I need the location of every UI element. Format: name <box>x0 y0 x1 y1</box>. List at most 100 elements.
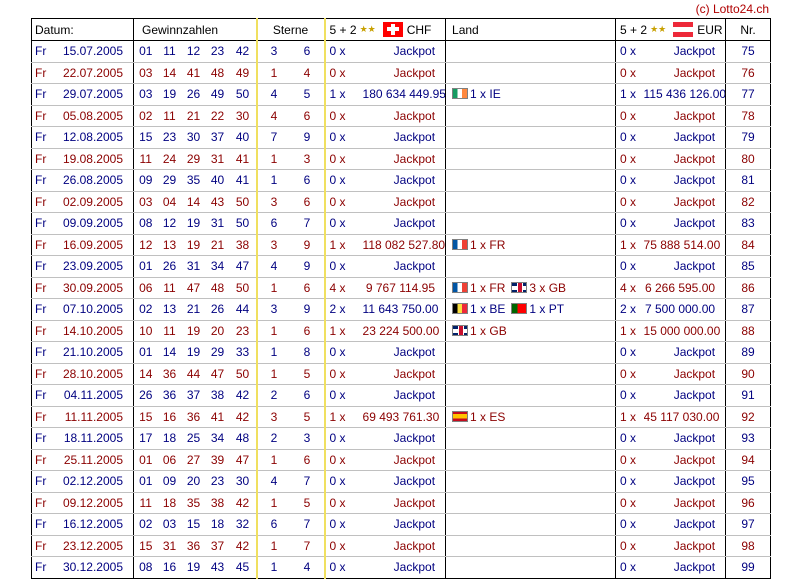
draw-number: 85 <box>725 255 772 278</box>
table-row: Fr 11.11.2005 15 16 36 41 42 3 5 1 x 69 493 761.30… <box>31 406 772 428</box>
table-row: Fr 23.12.2005 15 31 36 37 42 1 7 0 x Jackpot 0 x Jac… <box>31 535 772 557</box>
star-cell: 3 <box>290 148 326 170</box>
results-table: Datum: Gewinnzahlen Sterne 5 + 2 ★★ CHF La… <box>31 18 772 579</box>
draw-number: 94 <box>725 449 772 471</box>
number-cell: 13 <box>157 298 182 321</box>
draw-number: 84 <box>725 234 772 256</box>
star-cell: 1 <box>255 169 291 192</box>
number-cell: 41 <box>181 62 206 84</box>
number-cell: 29 <box>205 341 230 364</box>
eu-winner-count: 0 x <box>615 341 644 364</box>
draw-number: 75 <box>725 40 772 63</box>
land-cell: 1 x BE 1 x PT <box>445 298 617 321</box>
number-cell: 29 <box>181 148 206 170</box>
table-row: Fr 29.07.2005 03 19 26 49 50 4 5 1 x 180 634 449.9… <box>31 83 772 106</box>
gb-flag-icon <box>452 324 469 336</box>
star-cell: 3 <box>255 406 291 428</box>
star-cell: 4 <box>255 105 291 127</box>
eu-amount: 45 117 030.00 <box>643 406 727 428</box>
date-cell: 12.08.2005 <box>55 126 134 149</box>
day-cell: Fr <box>31 277 56 299</box>
date-cell: 04.11.2005 <box>55 384 134 407</box>
ch-amount: Jackpot <box>362 492 447 514</box>
day-cell: Fr <box>31 492 56 514</box>
pt-flag-icon <box>511 303 528 315</box>
day-cell: Fr <box>31 513 56 536</box>
date-cell: 21.10.2005 <box>55 341 134 364</box>
number-cell: 19 <box>181 234 206 256</box>
day-cell: Fr <box>31 62 56 84</box>
number-cell: 12 <box>133 234 158 256</box>
number-cell: 41 <box>229 169 258 192</box>
number-cell: 48 <box>205 277 230 299</box>
ch-amount: Jackpot <box>362 470 447 493</box>
ch-amount: Jackpot <box>362 341 447 364</box>
star-cell: 4 <box>255 470 291 493</box>
number-cell: 26 <box>205 298 230 321</box>
number-cell: 36 <box>157 363 182 385</box>
number-cell: 01 <box>133 449 158 471</box>
number-cell: 42 <box>229 40 258 63</box>
draw-number: 77 <box>725 83 772 106</box>
land-cell: 1 x FR 3 x GB <box>445 277 617 299</box>
star-cell: 1 <box>255 341 291 364</box>
number-cell: 35 <box>181 492 206 514</box>
eu-winner-count: 1 x <box>615 83 644 106</box>
number-cell: 40 <box>229 126 258 149</box>
star-cell: 6 <box>290 169 326 192</box>
number-cell: 14 <box>181 191 206 213</box>
eu-winner-count: 0 x <box>615 384 644 407</box>
number-cell: 23 <box>205 470 230 493</box>
number-cell: 02 <box>133 513 158 536</box>
land-cell: 1 x GB <box>445 320 617 342</box>
eu-amount: Jackpot <box>643 470 727 493</box>
land-winner: 3 x GB <box>529 280 567 295</box>
number-cell: 25 <box>181 427 206 450</box>
number-cell: 02 <box>133 298 158 321</box>
eu-winner-count: 0 x <box>615 513 644 536</box>
star-cell: 1 <box>255 449 291 471</box>
star-cell: 2 <box>255 427 291 450</box>
header-nr: Nr. <box>725 18 772 41</box>
header-stars: Sterne <box>255 18 326 41</box>
star-cell: 7 <box>290 470 326 493</box>
eu-amount: Jackpot <box>643 449 727 471</box>
eu-amount: Jackpot <box>643 492 727 514</box>
star-cell: 3 <box>290 427 326 450</box>
star-cell: 4 <box>255 255 291 278</box>
number-cell: 03 <box>133 62 158 84</box>
date-cell: 28.10.2005 <box>55 363 134 385</box>
day-cell: Fr <box>31 105 56 127</box>
table-row: Fr 19.08.2005 11 24 29 31 41 1 3 0 x Jackpot 0 x Jac… <box>31 148 772 170</box>
number-cell: 24 <box>157 148 182 170</box>
day-cell: Fr <box>31 427 56 450</box>
star-cell: 4 <box>255 83 291 106</box>
number-cell: 21 <box>181 298 206 321</box>
eu-amount: 75 888 514.00 <box>643 234 727 256</box>
draw-number: 78 <box>725 105 772 127</box>
number-cell: 15 <box>133 126 158 149</box>
day-cell: Fr <box>31 363 56 385</box>
ch-winner-count: 0 x <box>324 341 363 364</box>
day-cell: Fr <box>31 320 56 342</box>
eu-amount: Jackpot <box>643 341 727 364</box>
date-cell: 15.07.2005 <box>55 40 134 63</box>
number-cell: 34 <box>205 427 230 450</box>
date-cell: 30.09.2005 <box>55 277 134 299</box>
land-winner: 1 x GB <box>470 323 507 338</box>
day-cell: Fr <box>31 406 56 428</box>
date-cell: 18.11.2005 <box>55 427 134 450</box>
ch-winner-count: 2 x <box>324 298 363 321</box>
eu-winner-count: 1 x <box>615 234 644 256</box>
table-row: Fr 04.11.2005 26 36 37 38 42 2 6 0 x Jackpot 0 x Jac… <box>31 384 772 407</box>
star-cell: 3 <box>255 234 291 256</box>
number-cell: 12 <box>157 212 182 235</box>
number-cell: 33 <box>229 341 258 364</box>
number-cell: 12 <box>181 40 206 63</box>
day-cell: Fr <box>31 384 56 407</box>
land-cell <box>445 191 617 213</box>
day-cell: Fr <box>31 470 56 493</box>
table-row: Fr 30.09.2005 06 11 47 48 50 1 6 4 x9 767 114.95 1… <box>31 277 772 299</box>
star-cell: 1 <box>255 62 291 84</box>
ch-winner-count: 1 x <box>324 234 363 256</box>
